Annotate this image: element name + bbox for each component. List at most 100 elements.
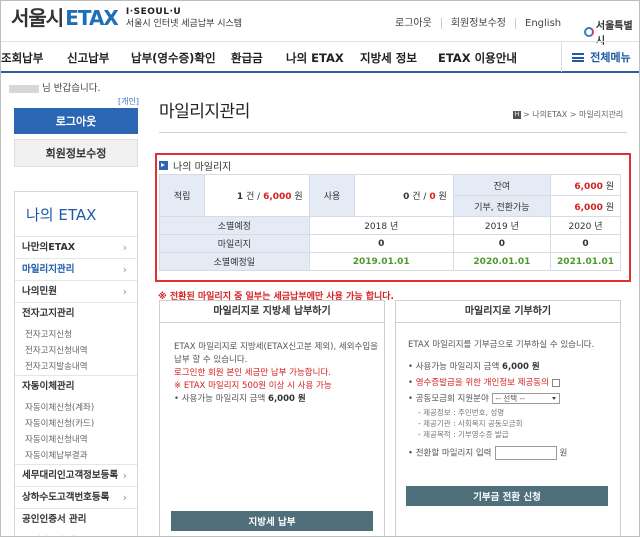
- section-title: 나의 마일리지: [159, 158, 231, 173]
- expiry-year-3: 2020 년: [550, 216, 621, 235]
- sidebar-item-label: 공인인증서 관리: [22, 514, 87, 525]
- expiry-mileage-2: 0: [452, 234, 552, 253]
- use-value: 0 건 / 0 원: [354, 174, 454, 217]
- expiry-mileage-3: 0: [550, 234, 621, 253]
- expiry-header-label: 소멸예정: [159, 216, 310, 235]
- sidebar-item[interactable]: 마일리지관리 ›: [15, 258, 137, 280]
- use-label: 사용: [308, 174, 356, 217]
- pay-available-row: • 사용가능 마일리지 금액 6,000 원: [174, 394, 306, 404]
- pay-local-tax-button[interactable]: 지방세 납부: [171, 511, 373, 531]
- donate-value: 6,000 원: [550, 195, 621, 217]
- consent-checkbox[interactable]: [551, 378, 560, 387]
- pay-desc-1: ETAX 마일리지로 지방세(ETAX신고분 제외), 세외수입을: [174, 342, 378, 352]
- hamburger-icon: [572, 52, 585, 62]
- sidebar-item[interactable]: 공인인증서 관리: [15, 508, 137, 530]
- amount-input[interactable]: [494, 446, 557, 460]
- donate-label: 기부, 전환가능: [452, 195, 552, 217]
- breadcrumb: H > 나의ETAX > 마일리지관리: [513, 110, 624, 119]
- sidebar-subitem[interactable]: 전자고지발송내역: [15, 359, 137, 375]
- org-select[interactable]: -- 선택 --: [491, 393, 560, 404]
- logo-slogan: I·SEOUL·U: [125, 7, 182, 17]
- earn-value: 1 건 / 6,000 원: [204, 174, 310, 217]
- top-link-english[interactable]: English: [516, 18, 570, 29]
- sidebar-subitem[interactable]: 자동이체신청내역: [15, 432, 137, 448]
- logo-etax: ETAX: [65, 6, 119, 30]
- home-icon[interactable]: H: [513, 110, 521, 119]
- main-nav: 조회납부 신고납부 납부(영수증)확인 환급금 나의 ETAX 지방세 정보 E…: [1, 41, 639, 73]
- seoul-logo-icon: [584, 27, 594, 37]
- title-divider: [159, 132, 627, 133]
- expiry-date-label: 소멸예정일: [159, 252, 310, 271]
- bullet-icon: [159, 161, 168, 170]
- balance-value: 6,000 원: [550, 174, 621, 196]
- sidebar-item[interactable]: 세무대리인고객정보등록 ›: [15, 464, 137, 486]
- nav-item-refund[interactable]: 환급금: [231, 50, 263, 66]
- sidebar-item[interactable]: 자동이체관리: [15, 375, 137, 397]
- donate-convert-button[interactable]: 기부금 전환 신청: [406, 486, 608, 506]
- top-link-logout[interactable]: 로그아웃: [386, 18, 442, 29]
- expiry-date-2: 2020.01.01: [452, 252, 552, 271]
- sidebar-subitem[interactable]: 자동이체신청(카드): [15, 416, 137, 432]
- chevron-right-icon: ›: [122, 263, 127, 276]
- sidebar: 님 반갑습니다. [개인] 로그아웃 회원정보수정 나의 ETAX 나만의ETA…: [1, 73, 149, 536]
- sidebar-item[interactable]: 전자고지관리: [15, 302, 137, 324]
- balance-label: 잔여: [452, 174, 552, 196]
- consent-row: • 영수증발급을 위한 개인정보 제공동의: [408, 377, 560, 390]
- sidebar-item-label: 마일리지관리: [22, 264, 75, 275]
- donate-panel: 마일리지로 기부하기 ETAX 마일리지를 기부금으로 기부하실 수 있습니다.…: [395, 300, 621, 536]
- sidebar-item-label: 전자고지관리: [22, 308, 75, 319]
- donate-available-row: • 사용가능 마일리지 금액 6,000 원: [408, 362, 540, 372]
- sidebar-item[interactable]: 나의민원 ›: [15, 280, 137, 302]
- sidebar-nav: 나만의ETAX › 마일리지관리 › 나의민원 › 전자고지관리 전자고지신청 전자고지신청내역…: [15, 236, 137, 536]
- nav-item-receipt[interactable]: 납부(영수증)확인: [131, 50, 216, 66]
- pay-notice-2: ※ ETAX 마일리지 500원 이상 시 사용 가능: [174, 381, 332, 391]
- chevron-right-icon: ›: [122, 469, 127, 482]
- sidebar-item-label: 세무대리인고객정보등록: [22, 470, 119, 481]
- chevron-right-icon: ›: [122, 285, 127, 298]
- nav-item-report-pay[interactable]: 신고납부: [67, 50, 109, 66]
- earn-label: 적립: [158, 174, 206, 217]
- top-links: 로그아웃 회원정보수정 English: [386, 18, 570, 29]
- sidebar-item-label: 상하수도고객번호등록: [22, 492, 110, 503]
- expiry-date-1: 2019.01.01: [308, 252, 454, 271]
- top-link-member-edit[interactable]: 회원정보수정: [442, 18, 517, 29]
- sidebar-menu: 나의 ETAX 나만의ETAX › 마일리지관리 › 나의민원 › 전자고지관리 전자고지신청…: [14, 191, 138, 536]
- sidebar-subitem[interactable]: 전자고지신청내역: [15, 343, 137, 359]
- sidebar-item[interactable]: 상하수도고객번호등록 ›: [15, 486, 137, 508]
- sidebar-subitem[interactable]: 자동이체납부결과: [15, 448, 137, 464]
- mileage-table: 적립 1 건 / 6,000 원 사용 0 건 / 0 원 잔여 6,000 원…: [158, 174, 621, 271]
- sidebar-subitem[interactable]: 공인인증서(재)등록: [15, 530, 137, 536]
- sidebar-title: 나의 ETAX: [26, 206, 97, 224]
- sidebar-subitem[interactable]: 전자고지신청: [15, 324, 137, 343]
- logout-button[interactable]: 로그아웃: [14, 108, 138, 134]
- greeting: 님 반갑습니다.: [9, 80, 100, 94]
- donate-desc: ETAX 마일리지를 기부금으로 기부하실 수 있습니다.: [408, 340, 595, 350]
- nav-item-lookup-pay[interactable]: 조회납부: [1, 50, 43, 66]
- sidebar-subitem[interactable]: 자동이체신청(계좌): [15, 397, 137, 416]
- expiry-year-2: 2019 년: [452, 216, 552, 235]
- nav-item-local-tax-info[interactable]: 지방세 정보: [360, 50, 417, 66]
- page-title: 마일리지관리: [159, 102, 250, 122]
- logo-text: 서울시: [11, 6, 64, 30]
- masked-username: [9, 84, 39, 93]
- pay-available-amount: 6,000 원: [268, 394, 306, 404]
- donate-available-amount: 6,000 원: [502, 362, 540, 372]
- nav-item-my-etax[interactable]: 나의 ETAX: [286, 50, 344, 66]
- pay-desc-2: 납부 할 수 있습니다.: [174, 355, 248, 365]
- expiry-mileage-label: 마일리지: [159, 234, 310, 253]
- sidebar-item[interactable]: 나만의ETAX ›: [15, 236, 137, 258]
- member-edit-button[interactable]: 회원정보수정: [14, 139, 138, 167]
- logo-subtitle: 서울시 인터넷 세금납부 시스템: [125, 19, 243, 29]
- nav-item-guide[interactable]: ETAX 이용안내: [438, 50, 517, 66]
- expiry-date-3: 2021.01.01: [550, 252, 621, 271]
- site-header: 서울시 ETAX I·SEOUL·U 서울시 인터넷 세금납부 시스템 로그아웃 …: [1, 1, 639, 47]
- expiry-year-1: 2018 년: [308, 216, 454, 235]
- amount-row: • 전환할 마일리지 입력 원: [408, 446, 567, 461]
- pay-panel-title: 마일리지로 지방세 납부하기: [160, 301, 384, 323]
- expiry-mileage-1: 0: [308, 234, 454, 253]
- pay-tax-panel: 마일리지로 지방세 납부하기 ETAX 마일리지로 지방세(ETAX신고분 제외…: [159, 300, 385, 536]
- etax-logo[interactable]: 서울시 ETAX I·SEOUL·U 서울시 인터넷 세금납부 시스템: [11, 6, 242, 30]
- sidebar-item-label: 나의민원: [22, 286, 57, 297]
- sidebar-item-label: 나만의ETAX: [22, 242, 76, 253]
- all-menu-button[interactable]: 전체메뉴: [561, 42, 639, 72]
